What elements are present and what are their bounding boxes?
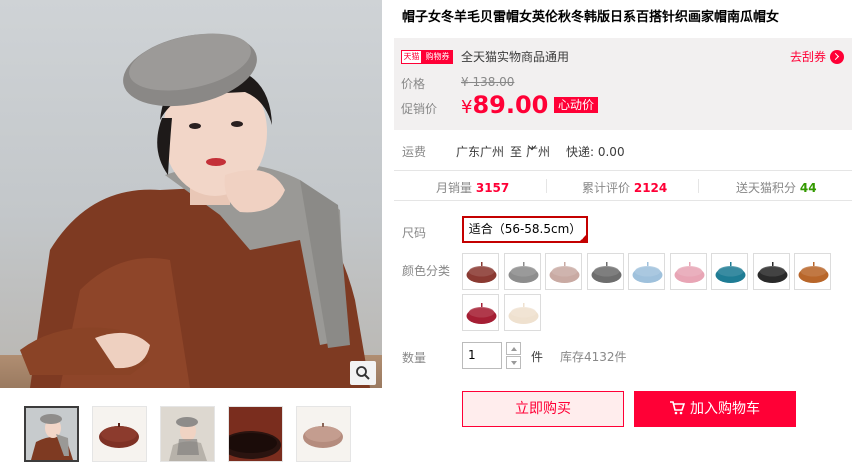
- review-count[interactable]: 累计评价 2124: [582, 179, 667, 196]
- monthly-sales: 月销量 3157: [436, 179, 509, 196]
- color-swatch[interactable]: [545, 253, 582, 290]
- main-product-photo[interactable]: [0, 0, 382, 388]
- add-to-cart-label: 加入购物车: [690, 401, 760, 417]
- stat-separator: [546, 179, 547, 193]
- get-coupon-label: 去刮券: [789, 50, 826, 64]
- shipping-row: 运费 广东广州 至 广州 快递: 0.00: [402, 141, 852, 161]
- zoom-button[interactable]: [350, 361, 376, 385]
- size-label: 尺码: [402, 226, 427, 240]
- sale-price-label: 促销价: [401, 102, 438, 116]
- cart-icon: [670, 401, 685, 415]
- beret-icon: [674, 262, 704, 283]
- tmall-tag: 天猫: [401, 50, 422, 64]
- checkmark-icon: ✓: [580, 234, 586, 242]
- color-swatch[interactable]: [794, 253, 831, 290]
- beret-icon: [632, 262, 663, 283]
- size-option-selected[interactable]: 适合（56-58.5cm） ✓: [462, 216, 588, 243]
- tmall-points: 送天猫积分 44: [736, 179, 817, 196]
- quantity-decrease-button[interactable]: [506, 356, 521, 369]
- review-count-label: 累计评价: [582, 181, 631, 195]
- promo-text: 全天猫实物商品通用: [461, 50, 570, 64]
- color-swatch[interactable]: [503, 253, 541, 290]
- beret-icon: [549, 262, 580, 283]
- stats-bar: 月销量 3157 累计评价 2124 送天猫积分 44: [394, 171, 852, 200]
- beret-icon: [715, 262, 746, 283]
- original-price: ¥ 138.00: [461, 75, 515, 89]
- shopping-coupon-tag: 购物券: [422, 50, 453, 64]
- thumbnail-1[interactable]: [24, 406, 79, 462]
- quantity-unit: 件: [531, 350, 544, 364]
- tmall-points-value: 44: [799, 181, 817, 195]
- color-swatch[interactable]: [711, 253, 748, 290]
- activity-tag: 心动价: [554, 97, 599, 113]
- beret-icon: [508, 303, 538, 324]
- review-count-value: 2124: [633, 181, 668, 195]
- beret-icon: [466, 262, 497, 283]
- sale-price: ¥89.00: [461, 91, 548, 119]
- color-swatch[interactable]: [462, 253, 499, 290]
- ship-to-word: 至: [510, 145, 523, 159]
- divider: [394, 200, 852, 201]
- get-coupon-link[interactable]: 去刮券: [790, 49, 844, 65]
- model-illustration: [20, 33, 370, 388]
- thumbnail-2[interactable]: [92, 406, 147, 462]
- size-option-text: 适合（56-58.5cm）: [468, 222, 582, 236]
- tmall-points-label: 送天猫积分: [736, 181, 797, 195]
- quantity-label: 数量: [402, 351, 427, 365]
- color-swatch[interactable]: [586, 253, 624, 290]
- beret-icon: [591, 262, 621, 283]
- color-swatch[interactable]: [628, 253, 665, 290]
- beret-icon: [466, 303, 497, 324]
- price-panel: 天猫 购物券 全天猫实物商品通用 去刮券 价格 ¥ 138.00 促销价 ¥89…: [394, 38, 852, 130]
- color-swatch[interactable]: [503, 294, 541, 331]
- currency-symbol: ¥: [461, 97, 473, 118]
- add-to-cart-button[interactable]: 加入购物车: [634, 391, 796, 427]
- magnifier-icon: [356, 366, 370, 380]
- thumbnail-5[interactable]: [296, 406, 351, 462]
- chevron-right-icon: [830, 50, 844, 64]
- color-swatch[interactable]: [752, 253, 790, 290]
- quantity-input[interactable]: 1: [462, 342, 502, 369]
- thumbnail-3[interactable]: [160, 406, 215, 462]
- shipping-label: 运费: [402, 145, 427, 159]
- sale-price-value: 89.00: [472, 91, 549, 119]
- beret-icon: [508, 262, 538, 283]
- buy-now-button[interactable]: 立即购买: [462, 391, 624, 427]
- original-price-label: 价格: [401, 77, 426, 91]
- stock-count: 库存4132件: [560, 350, 627, 364]
- product-title: 帽子女冬羊毛贝雷帽女英伦秋冬韩版日系百搭针织画家帽南瓜帽女: [402, 10, 780, 25]
- ship-from: 广东广州: [456, 145, 505, 159]
- stat-separator: [698, 179, 699, 193]
- beret-icon: [757, 262, 787, 283]
- color-swatch[interactable]: [669, 253, 707, 290]
- express-fee: 快递: 0.00: [566, 145, 625, 159]
- beret-icon: [798, 262, 829, 283]
- quantity-increase-button[interactable]: [506, 342, 521, 355]
- color-label: 颜色分类: [402, 264, 451, 278]
- color-swatch[interactable]: [462, 294, 499, 331]
- thumbnail-4[interactable]: [228, 406, 283, 462]
- monthly-sales-label: 月销量: [436, 181, 473, 195]
- monthly-sales-value: 3157: [475, 181, 510, 195]
